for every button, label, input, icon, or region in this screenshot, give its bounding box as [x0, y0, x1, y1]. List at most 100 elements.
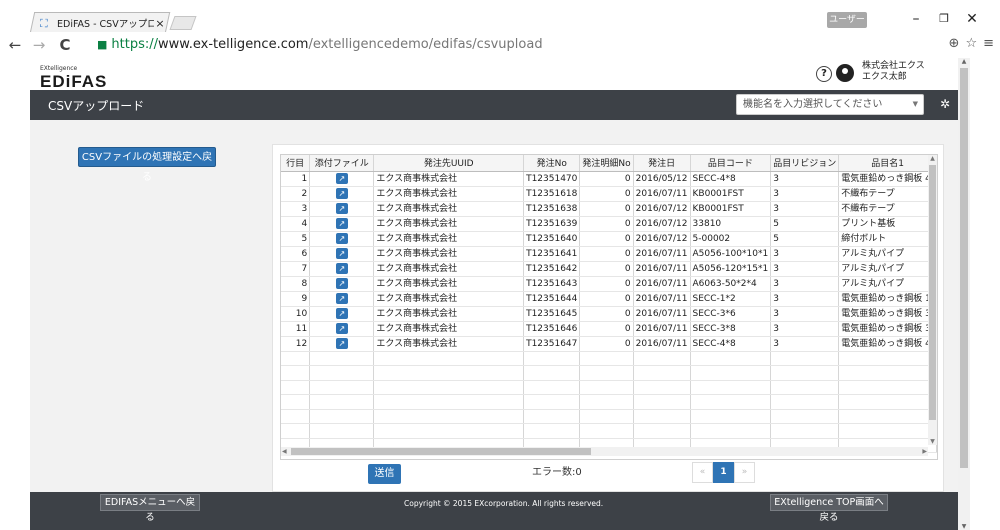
column-header[interactable]: 品目名1: [838, 155, 937, 172]
empty-cell: [579, 409, 634, 424]
table-cell: 12: [281, 336, 311, 352]
browser-menu-icon[interactable]: ≡: [983, 36, 994, 51]
page-scroll-thumb[interactable]: [960, 68, 968, 468]
column-header[interactable]: 品目コード: [690, 155, 772, 172]
url-field[interactable]: ■ https://www.ex-telligence.com/extellige…: [97, 36, 897, 54]
column-header[interactable]: 添付ファイル: [309, 155, 375, 172]
extelligence-top-button[interactable]: EXtelligence TOP画面へ戻る: [770, 494, 888, 523]
column-header[interactable]: 発注日: [633, 155, 691, 172]
table-cell: T12351644: [523, 291, 581, 307]
external-link-icon[interactable]: ↗: [335, 202, 348, 214]
column-header[interactable]: 発注明細No: [579, 155, 634, 172]
table-row[interactable]: 2 ↗ エクス商事株式会社 T12351618 0 2016/07/11 KB0001FST…: [281, 186, 937, 202]
profile-badge[interactable]: ユーザー1: [827, 12, 867, 41]
table-row[interactable]: 8 ↗ エクス商事株式会社 T12351643 0 2016/07/11 A6063-50*…: [281, 276, 937, 292]
column-header[interactable]: 発注先UUID: [373, 155, 525, 172]
table-row[interactable]: 1 ↗ エクス商事株式会社 T12351470 0 2016/05/12 SECC-4*8 3…: [281, 171, 937, 187]
edifas-menu-button[interactable]: EDIFASメニューへ戻る: [100, 494, 200, 523]
back-icon[interactable]: ←: [6, 36, 24, 54]
scroll-up-icon[interactable]: ▲: [928, 155, 937, 162]
external-link-icon[interactable]: ↗: [335, 307, 348, 319]
grid-vertical-scrollbar[interactable]: ▲ ▼: [928, 155, 937, 445]
table-cell: 2016/07/12: [633, 201, 691, 217]
external-link-icon[interactable]: ↗: [335, 187, 348, 199]
url-path: /extelligencedemo/edifas/csvupload: [308, 37, 543, 52]
bookmark-star-icon[interactable]: ☆: [965, 36, 977, 51]
table-cell: T12351470: [523, 171, 581, 187]
table-row[interactable]: 4 ↗ エクス商事株式会社 T12351639 0 2016/07/12 33810 5 プリン…: [281, 216, 937, 232]
empty-row: [281, 423, 937, 439]
table-row[interactable]: 3 ↗ エクス商事株式会社 T12351638 0 2016/07/12 KB0001FST…: [281, 201, 937, 217]
table-cell: 2016/07/12: [633, 231, 691, 247]
table-row[interactable]: 11 ↗ エクス商事株式会社 T12351646 0 2016/07/11 SECC-3*8…: [281, 321, 937, 337]
close-window-button[interactable]: ✕: [958, 9, 986, 29]
company-name: 株式会社エクス: [862, 61, 925, 71]
external-link-icon[interactable]: ↗: [335, 322, 348, 334]
zoom-icon[interactable]: ⊕: [949, 36, 960, 51]
empty-cell: [373, 423, 525, 439]
attachment-cell: ↗: [309, 321, 375, 337]
empty-row: [281, 365, 937, 381]
external-link-icon[interactable]: ↗: [335, 232, 348, 244]
forward-icon[interactable]: →: [30, 36, 48, 54]
pager-page-current[interactable]: 1: [713, 462, 734, 483]
scroll-right-icon[interactable]: ▶: [922, 447, 927, 456]
empty-cell: [309, 380, 375, 395]
table-row[interactable]: 5 ↗ エクス商事株式会社 T12351640 0 2016/07/12 5-00002 5 締…: [281, 231, 937, 247]
table-cell: SECC-4*8: [690, 336, 772, 352]
tab-title: EDiFAS - CSVアップロード: [57, 19, 154, 30]
reload-icon[interactable]: C: [56, 36, 74, 54]
external-link-icon[interactable]: ↗: [335, 337, 348, 349]
csv-data-grid[interactable]: 行目 添付ファイル 発注先UUID 発注No 発注明細No 発注日 品目コード 品目リビジョン…: [280, 154, 938, 460]
table-cell: 6: [281, 246, 311, 262]
new-tab-button[interactable]: [169, 16, 197, 30]
external-link-icon[interactable]: ↗: [335, 292, 348, 304]
page-scroll-up-icon[interactable]: ▲: [958, 58, 970, 65]
page-scroll-down-icon[interactable]: ▼: [958, 523, 970, 530]
pager-prev[interactable]: «: [692, 462, 713, 483]
send-button[interactable]: 送信: [368, 464, 401, 484]
external-link-icon[interactable]: ↗: [335, 277, 348, 289]
back-to-settings-button[interactable]: CSVファイルの処理設定へ戻る: [78, 147, 216, 183]
table-cell: 2016/05/12: [633, 171, 691, 187]
grid-horizontal-scrollbar[interactable]: ◀ ▶: [281, 447, 928, 456]
column-header[interactable]: 品目リビジョン: [770, 155, 840, 172]
chevron-down-icon: ▼: [912, 100, 918, 108]
table-row[interactable]: 10 ↗ エクス商事株式会社 T12351645 0 2016/07/11 SECC-3*6…: [281, 306, 937, 322]
help-icon[interactable]: ?: [816, 66, 832, 82]
table-cell: 3: [770, 291, 840, 307]
empty-cell: [523, 409, 581, 424]
attachment-cell: ↗: [309, 216, 375, 232]
page-scrollbar[interactable]: ▲ ▼: [958, 58, 970, 530]
column-header[interactable]: 行目: [281, 155, 311, 172]
user-avatar-icon[interactable]: [836, 64, 854, 82]
scroll-down-icon[interactable]: ▼: [928, 438, 937, 445]
table-cell: 2016/07/12: [633, 216, 691, 232]
table-row[interactable]: 6 ↗ エクス商事株式会社 T12351641 0 2016/07/11 A5056-100…: [281, 246, 937, 262]
empty-cell: [579, 380, 634, 395]
external-link-icon[interactable]: ↗: [335, 262, 348, 274]
table-cell: 8: [281, 276, 311, 292]
external-link-icon[interactable]: ↗: [335, 217, 348, 229]
gear-icon[interactable]: ✲: [940, 97, 950, 111]
tab-close-icon[interactable]: ×: [154, 17, 166, 30]
external-link-icon[interactable]: ↗: [335, 172, 348, 184]
maximize-button[interactable]: ❐: [930, 9, 958, 29]
table-row[interactable]: 9 ↗ エクス商事株式会社 T12351644 0 2016/07/11 SECC-1*2 3…: [281, 291, 937, 307]
table-row[interactable]: 7 ↗ エクス商事株式会社 T12351642 0 2016/07/11 A5056-120…: [281, 261, 937, 277]
browser-tab-content[interactable]: ⛶ EDiFAS - CSVアップロード ×: [40, 15, 166, 31]
table-cell: 0: [579, 291, 634, 307]
column-header[interactable]: 発注No: [523, 155, 581, 172]
scroll-thumb[interactable]: [929, 165, 936, 420]
external-link-icon[interactable]: ↗: [335, 247, 348, 259]
empty-cell: [690, 423, 772, 439]
empty-cell: [579, 351, 634, 366]
function-select[interactable]: 機能名を入力選択してください ▼: [736, 94, 924, 115]
table-cell: 2: [281, 186, 311, 202]
pager-next[interactable]: »: [734, 462, 755, 483]
minimize-button[interactable]: –: [902, 9, 930, 29]
scroll-left-icon[interactable]: ◀: [282, 447, 287, 456]
empty-cell: [690, 394, 772, 410]
hscroll-thumb[interactable]: [291, 448, 591, 455]
table-row[interactable]: 12 ↗ エクス商事株式会社 T12351647 0 2016/07/11 SECC-4*8…: [281, 336, 937, 352]
